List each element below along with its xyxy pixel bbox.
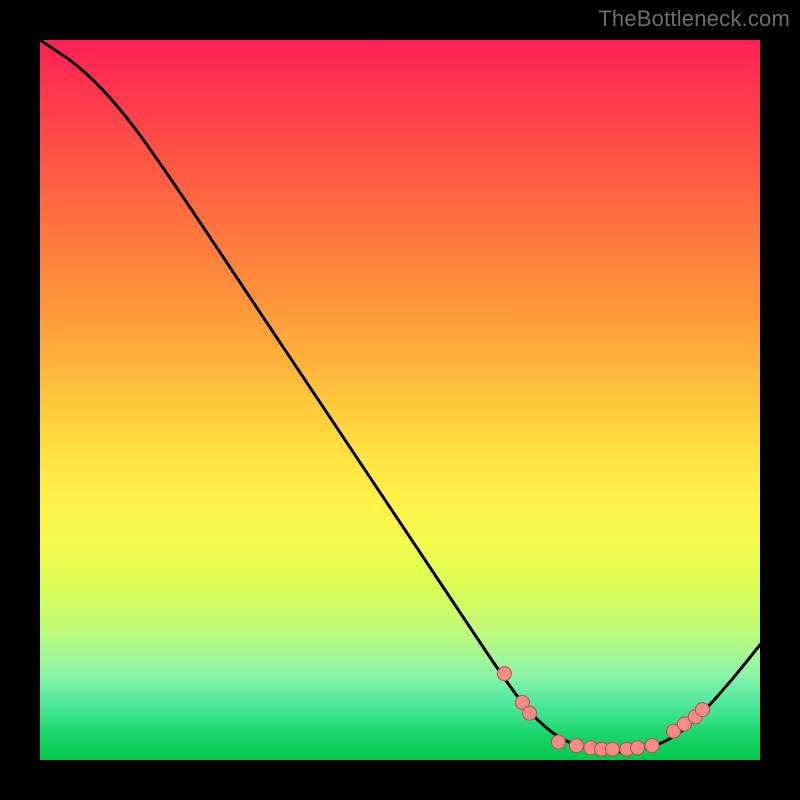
data-marker: [523, 706, 537, 720]
data-marker: [688, 710, 702, 724]
plot-area: [40, 40, 760, 760]
data-marker: [595, 742, 609, 756]
data-marker: [645, 739, 659, 753]
curve-line: [40, 40, 760, 752]
data-marker: [667, 724, 681, 738]
data-marker: [569, 739, 583, 753]
data-marker: [677, 717, 691, 731]
data-markers: [497, 667, 709, 757]
data-marker: [695, 703, 709, 717]
data-marker: [605, 742, 619, 756]
data-marker: [631, 741, 645, 755]
data-marker: [584, 741, 598, 755]
data-marker: [551, 735, 565, 749]
data-marker: [497, 667, 511, 681]
chart-frame: TheBottleneck.com: [0, 0, 800, 800]
chart-overlay: [40, 40, 760, 760]
data-marker: [620, 742, 634, 756]
watermark-text: TheBottleneck.com: [598, 6, 790, 32]
data-marker: [515, 695, 529, 709]
